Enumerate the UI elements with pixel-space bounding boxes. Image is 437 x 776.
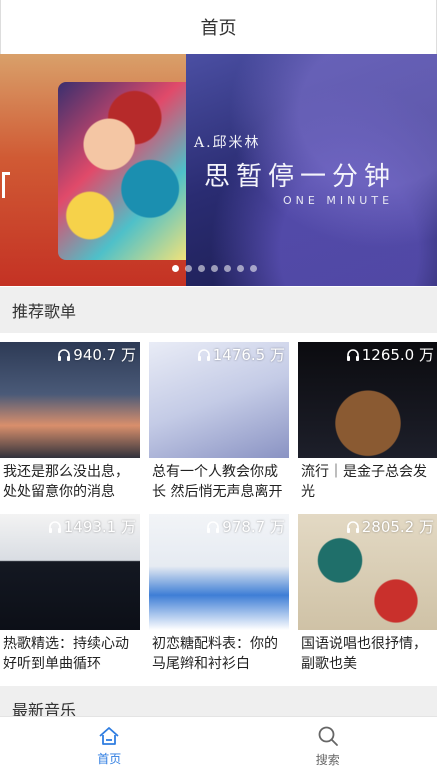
app-header: 首页	[0, 0, 437, 54]
playlist-card[interactable]: 1476.5 万 总有一个人教会你成长 然后悄无声息离开	[149, 342, 289, 502]
banner-dot[interactable]	[211, 265, 218, 272]
playlist-title[interactable]: 热歌精选：持续心动好听到单曲循环	[0, 634, 140, 674]
nav-home-label: 首页	[97, 752, 122, 766]
nav-search-label: 搜索	[315, 753, 340, 767]
play-count: 2805.2 万	[346, 516, 434, 537]
play-count: 978.7 万	[206, 516, 285, 537]
banner-dot[interactable]	[198, 265, 205, 272]
playlist-title[interactable]: 总有一个人教会你成长 然后悄无声息离开	[149, 462, 289, 502]
banner-dot[interactable]	[185, 265, 192, 272]
banner-pagination	[172, 265, 257, 272]
page-title: 首页	[200, 18, 237, 39]
banner-carousel[interactable]: A.邱米林 思暂停一分钟 ONE MINUTE	[0, 54, 437, 286]
play-count: 940.7 万	[57, 344, 136, 365]
play-count-value: 1265.0 万	[361, 346, 434, 364]
playlist-cover: 1476.5 万	[149, 342, 289, 458]
playlist-title[interactable]: 流行｜是金子总会发光	[298, 462, 437, 502]
play-count-value: 978.7 万	[222, 518, 285, 536]
section-recommended-playlists: 推荐歌单	[0, 287, 437, 333]
headphone-icon	[346, 349, 359, 361]
banner-album-art	[58, 82, 186, 260]
playlist-card[interactable]: 940.7 万 我还是那么没出息，处处留意你的消息	[0, 342, 140, 502]
play-count-value: 940.7 万	[73, 346, 136, 364]
banner-text-fragment	[2, 172, 10, 198]
play-count-value: 1476.5 万	[212, 346, 285, 364]
banner-dot[interactable]	[224, 265, 231, 272]
banner-artist: A.邱米林	[194, 135, 261, 151]
playlist-card[interactable]: 2805.2 万 国语说唱也很抒情，副歌也美	[298, 514, 437, 674]
playlist-card[interactable]: 1265.0 万 流行｜是金子总会发光	[298, 342, 437, 502]
playlist-card[interactable]: 1493.1 万 热歌精选：持续心动好听到单曲循环	[0, 514, 140, 674]
banner-dot[interactable]	[237, 265, 244, 272]
nav-search[interactable]: 搜索	[219, 717, 437, 776]
headphone-icon	[58, 349, 71, 361]
headphone-icon	[197, 349, 210, 361]
playlist-cover: 1493.1 万	[0, 514, 140, 630]
headphone-icon	[346, 521, 359, 533]
playlist-card[interactable]: 978.7 万 初恋糖配料表：你的马尾辫和衬衫白	[149, 514, 289, 674]
play-count: 1493.1 万	[48, 516, 136, 537]
search-icon	[318, 726, 338, 746]
banner-subtitle: ONE MINUTE	[283, 194, 394, 207]
bottom-nav: 首页 搜索	[0, 716, 437, 776]
headphone-icon	[48, 521, 61, 533]
section-title: 推荐歌单	[12, 302, 77, 321]
playlist-title[interactable]: 我还是那么没出息，处处留意你的消息	[0, 462, 140, 502]
play-count-value: 2805.2 万	[361, 518, 434, 536]
play-count-value: 1493.1 万	[63, 518, 136, 536]
playlist-title[interactable]: 国语说唱也很抒情，副歌也美	[298, 634, 437, 674]
playlist-cover: 940.7 万	[0, 342, 140, 458]
playlist-title[interactable]: 初恋糖配料表：你的马尾辫和衬衫白	[149, 634, 289, 674]
play-count: 1265.0 万	[346, 344, 434, 365]
playlist-cover: 2805.2 万	[298, 514, 437, 630]
play-count: 1476.5 万	[197, 344, 285, 365]
banner-dot[interactable]	[250, 265, 257, 272]
banner-dot[interactable]	[172, 265, 179, 272]
playlist-cover: 978.7 万	[149, 514, 289, 630]
playlist-cover: 1265.0 万	[298, 342, 437, 458]
banner-title: 思暂停一分钟	[204, 162, 397, 192]
headphone-icon	[207, 521, 220, 533]
home-icon	[99, 727, 119, 745]
nav-home[interactable]: 首页	[0, 717, 219, 776]
